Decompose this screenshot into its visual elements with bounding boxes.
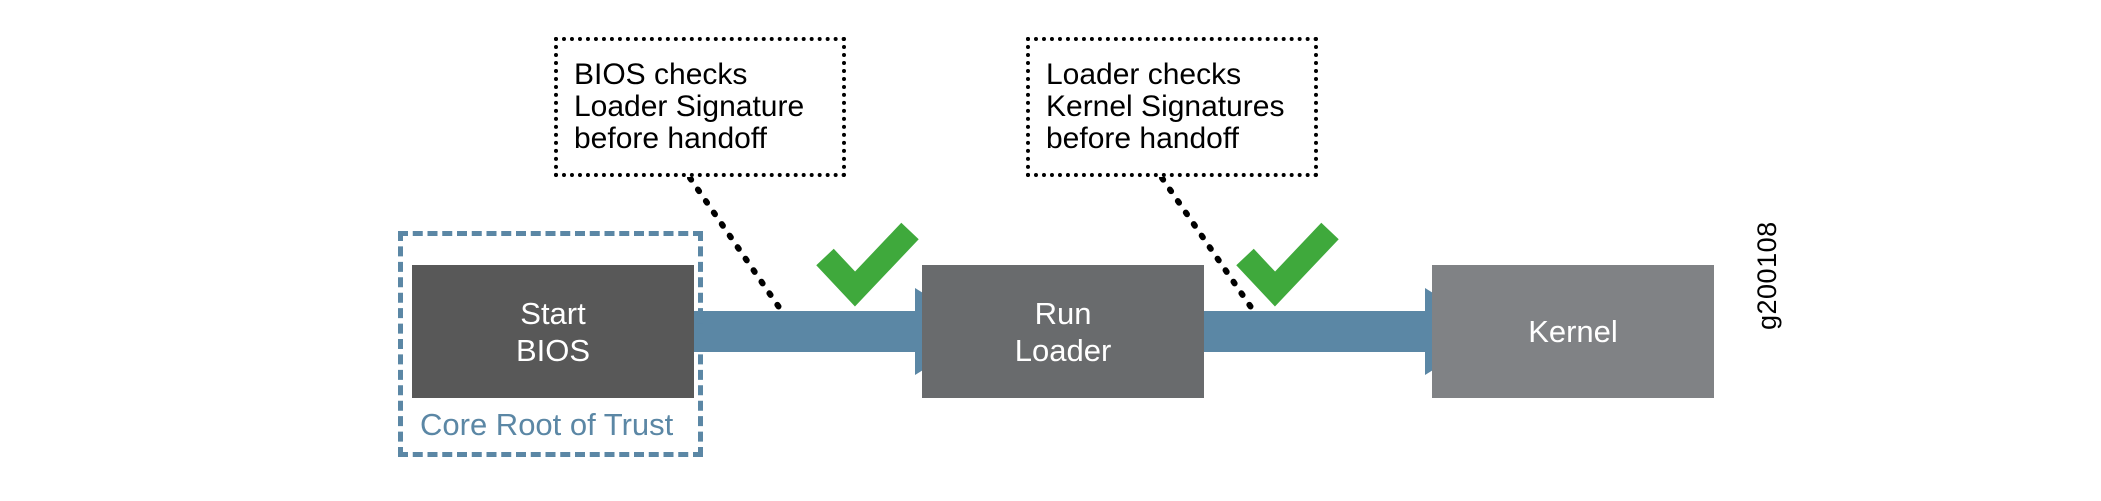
core-root-of-trust-label: Core Root of Trust <box>420 407 674 442</box>
callout-loader-line-2: Kernel Signatures <box>1046 90 1285 123</box>
secure-boot-diagram: BIOS checks Loader Signature before hand… <box>0 0 2101 501</box>
stage-box-start-bios: Start BIOS <box>412 265 694 398</box>
stage-start-bios-line-1: Start <box>520 295 586 331</box>
stage-box-run-loader: Run Loader <box>922 265 1204 398</box>
stage-box-kernel: Kernel <box>1432 265 1714 398</box>
callout-bios-line-2: Loader Signature <box>574 90 805 123</box>
callout-bios-line-3: before handoff <box>574 122 767 155</box>
figure-id-label: g200108 <box>1752 221 1782 330</box>
checkmark-loader-to-kernel-icon <box>1236 222 1339 307</box>
callout-bios-checks-loader-signature: BIOS checks Loader Signature before hand… <box>554 37 846 177</box>
callout-loader-checks-kernel-signatures: Loader checks Kernel Signatures before h… <box>1026 37 1318 177</box>
callout-loader-line-1: Loader checks <box>1046 58 1242 91</box>
callout-bios-line-1: BIOS checks <box>574 58 748 91</box>
stage-run-loader-line-2: Loader <box>1014 332 1112 368</box>
stage-run-loader-line-1: Run <box>1034 295 1092 331</box>
checkmark-bios-to-loader-icon <box>816 222 919 307</box>
stage-start-bios-line-2: BIOS <box>515 332 591 368</box>
stage-kernel-line-1: Kernel <box>1528 314 1618 349</box>
callout-loader-line-3: before handoff <box>1046 122 1239 155</box>
leader-line-bios-callout <box>687 175 786 316</box>
